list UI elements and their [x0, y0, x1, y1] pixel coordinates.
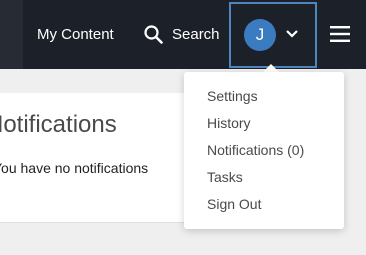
menu-item-sign-out[interactable]: Sign Out	[207, 196, 261, 212]
my-content-label: My Content	[37, 26, 114, 43]
user-menu-button[interactable]: J	[229, 2, 317, 68]
chevron-down-icon	[286, 30, 298, 38]
notifications-title: Notifications	[0, 111, 117, 138]
user-dropdown-menu: Settings History Notifications (0) Tasks…	[184, 72, 344, 229]
avatar: J	[244, 19, 276, 51]
menu-item-settings[interactable]: Settings	[207, 88, 258, 104]
search-icon	[144, 25, 163, 44]
hamburger-menu-icon[interactable]	[329, 25, 351, 43]
nav-left-panel	[0, 0, 23, 69]
top-nav-bar: My Content Search J	[0, 0, 366, 69]
search-button[interactable]: Search	[144, 0, 220, 69]
menu-item-tasks[interactable]: Tasks	[207, 169, 243, 185]
menu-item-history[interactable]: History	[207, 115, 251, 131]
search-label: Search	[172, 26, 220, 43]
my-content-link[interactable]: My Content	[37, 0, 114, 69]
menu-item-notifications[interactable]: Notifications (0)	[207, 142, 304, 158]
notifications-empty-text: You have no notifications	[0, 160, 149, 176]
